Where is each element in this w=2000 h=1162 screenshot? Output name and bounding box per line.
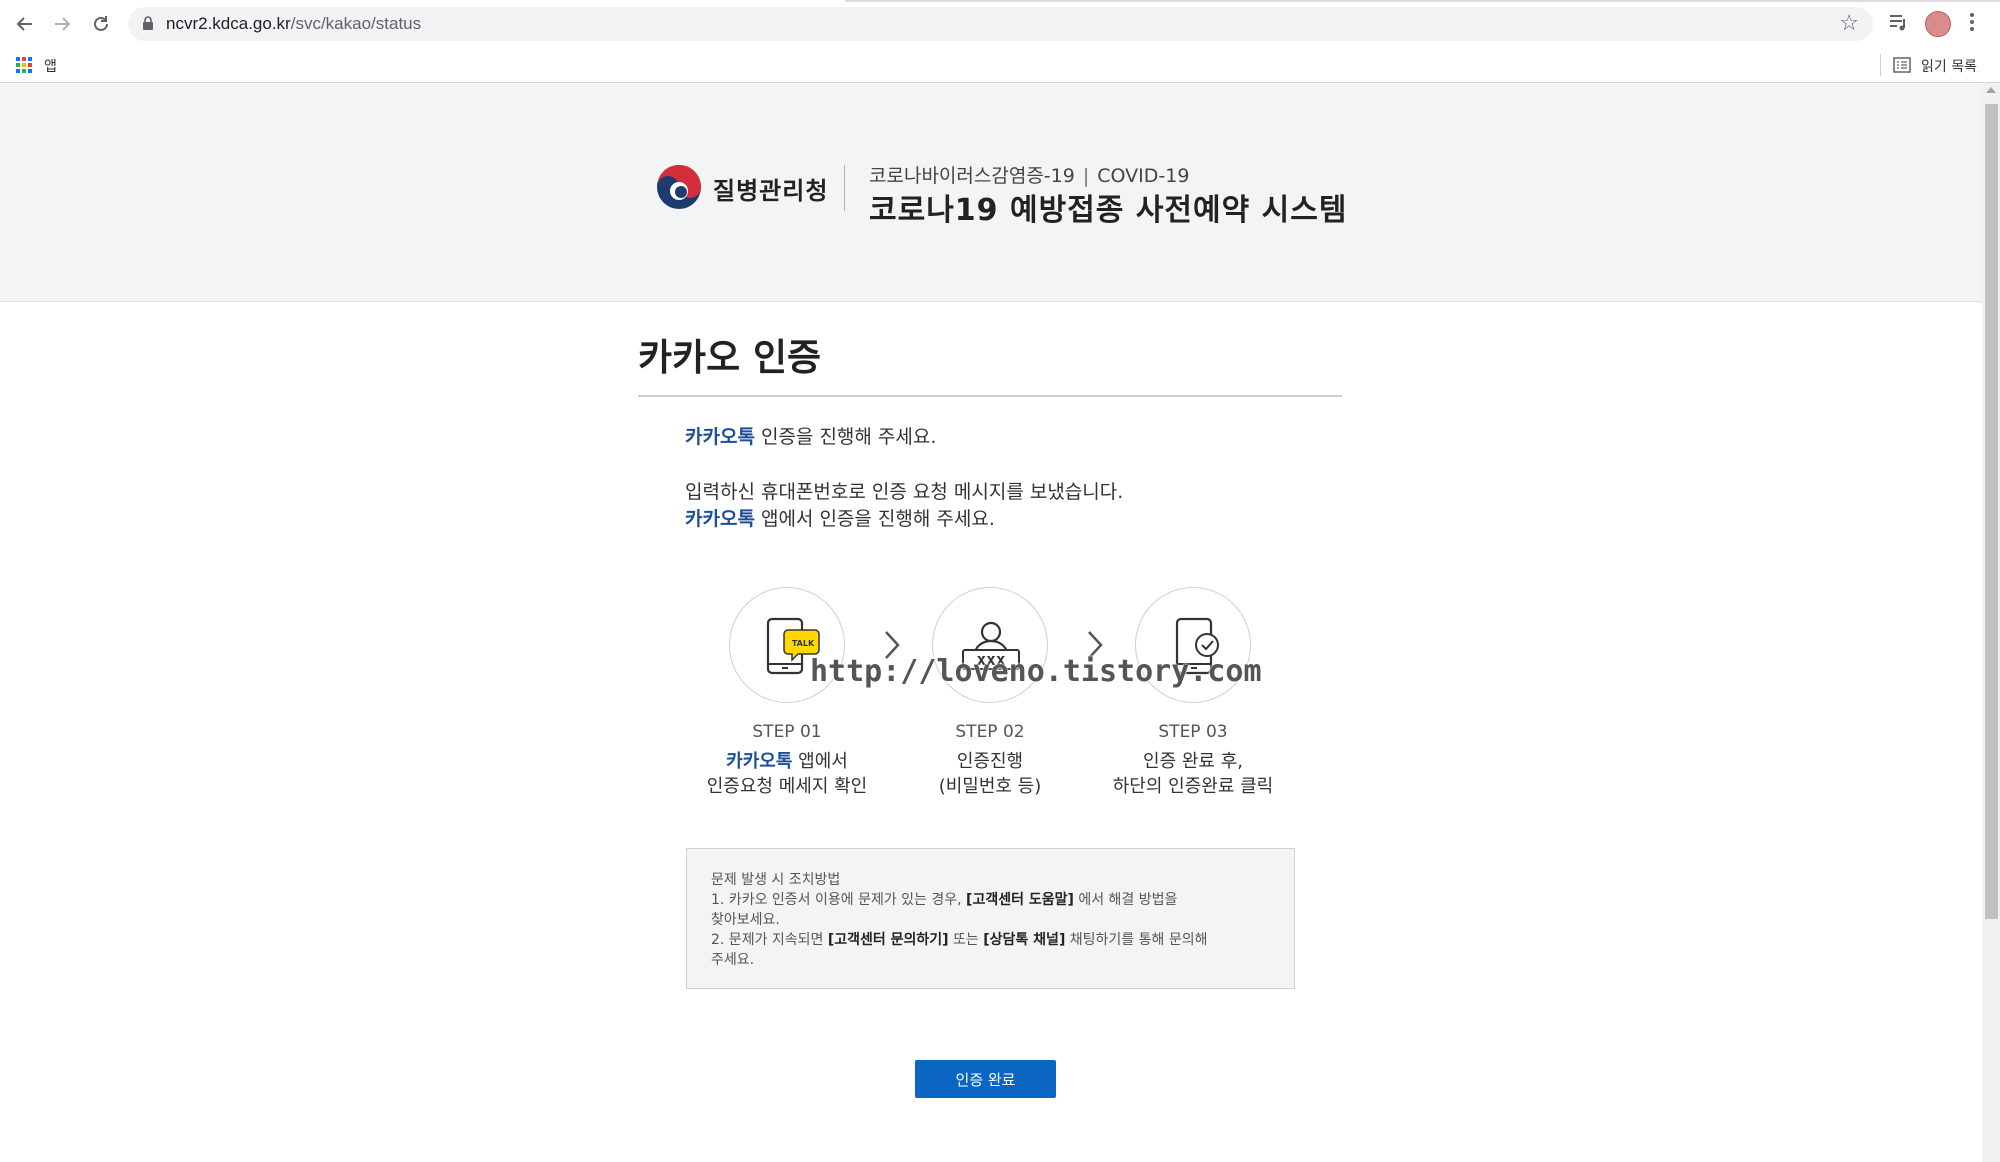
bookmarks-divider [1880,54,1881,76]
reload-icon [94,16,108,31]
intro-line-1: 카카오톡 인증을 진행해 주세요. [685,422,936,449]
step-3-description: 인증 완료 후, 하단의 인증완료 클릭 [1083,749,1303,799]
chat-channel-link[interactable]: [상담톡 채널] [983,932,1065,948]
url-host: ncvr2.kdca.go.kr [166,14,291,33]
step-3-desc-line-2: 하단의 인증완료 클릭 [1112,776,1274,797]
notice-item-2-cont: 주세요. [711,952,755,968]
web-page: 질병관리청 코로나바이러스감염증-19 | COVID-19 코로나19 예방접종 … [0,83,1982,1162]
address-bar[interactable]: ncvr2.kdca.go.kr/svc/kakao/status ☆ [128,7,1873,41]
site-header: 질병관리청 코로나바이러스감염증-19 | COVID-19 코로나19 예방접종 … [0,83,1982,302]
intro-line-3: 카카오톡 앱에서 인증을 진행해 주세요. [685,504,995,531]
back-button[interactable] [10,9,40,39]
step-3-label: STEP 03 [1158,722,1228,742]
forward-button[interactable] [47,9,77,39]
apps-grid-icon[interactable] [16,57,32,73]
help-center-inquiry-link[interactable]: [고객센터 문의하기] [828,932,949,948]
intro-line-1-text: 인증을 진행해 주세요. [754,426,937,448]
browser-toolbar: ncvr2.kdca.go.kr/svc/kakao/status ☆ [0,0,2000,48]
watermark-text: http://loveno.tistory.com [810,654,1262,689]
scroll-thumb[interactable] [1985,104,1998,919]
subtitle-korean: 코로나바이러스감염증-19 [869,165,1075,187]
system-title: 코로나19 예방접종 사전예약 시스템 [869,193,1348,228]
step-2-desc-line-2: (비밀번호 등) [938,776,1042,797]
notice-item-2: 2. 문제가 지속되면 [고객센터 문의하기] 또는 [상담톡 채널] 채팅하기… [711,929,1208,949]
troubleshooting-notice: 문제 발생 시 조치방법 1. 카카오 인증서 이용에 문제가 있는 경우, [… [686,848,1295,989]
subtitle-separator: | [1082,165,1090,187]
notice-item-1: 1. 카카오 인증서 이용에 문제가 있는 경우, [고객센터 도움말] 에서 … [711,889,1177,909]
bookmarks-bar: 앱 읽기 목록 [0,48,2000,83]
browser-menu-icon[interactable] [1968,10,1976,36]
step-2-description: 인증진행 (비밀번호 등) [880,749,1100,799]
intro-line-2: 입력하신 휴대폰번호로 인증 요청 메시지를 보냈습니다. [685,481,1124,503]
url-text: ncvr2.kdca.go.kr/svc/kakao/status [166,14,421,34]
kakao-highlight: 카카오톡 [726,751,793,772]
auth-complete-button[interactable]: 인증 완료 [915,1060,1056,1098]
talk-badge-text: TALK [792,639,815,648]
header-subtitle: 코로나바이러스감염증-19 | COVID-19 [869,161,1189,188]
step-3-desc-line-1: 인증 완료 후, [1143,751,1243,772]
reload-button[interactable] [86,9,116,39]
forward-arrow-icon [55,17,71,31]
kakao-highlight: 카카오톡 [685,426,755,448]
kakao-highlight: 카카오톡 [685,508,755,530]
page-scrollbar[interactable] [1982,83,2000,1162]
lock-icon [143,16,153,30]
reading-list-icon[interactable] [1893,57,1911,73]
step-1-desc-line-1: 카카오톡 앱에서 [677,749,897,774]
url-path: /svc/kakao/status [290,14,422,33]
subtitle-english: COVID-19 [1097,165,1190,187]
header-divider [844,165,845,211]
tab-strip-edge [845,0,1135,2]
scroll-up-arrow-icon[interactable] [1986,87,1996,93]
bookmark-star-icon[interactable]: ☆ [1839,11,1859,36]
reading-list-button[interactable]: 읽기 목록 [1921,56,1977,76]
back-arrow-icon [16,17,32,31]
step-1-description: 카카오톡 앱에서 인증요청 메세지 확인 [677,749,897,799]
help-center-link[interactable]: [고객센터 도움말] [966,892,1074,908]
notice-heading: 문제 발생 시 조치방법 [711,872,841,888]
notice-item-2-text: 2. 문제가 지속되면 [711,932,828,948]
title-divider [638,395,1342,397]
profile-avatar[interactable] [1925,11,1951,37]
step-2-label: STEP 02 [955,722,1025,742]
reading-mode-icon[interactable] [1887,11,1909,33]
step-1-label: STEP 01 [752,722,822,742]
page-title: 카카오 인증 [638,336,822,379]
notice-item-1-cont: 찾아보세요. [711,912,780,928]
notice-item-1-text: 에서 해결 방법을 [1073,892,1178,908]
notice-item-2-text: 채팅하기를 통해 문의해 [1065,932,1208,948]
step-1-desc-line-1-text: 앱에서 [792,751,848,772]
notice-item-1-text: 1. 카카오 인증서 이용에 문제가 있는 경우, [711,892,967,908]
step-1-desc-line-2: 인증요청 메세지 확인 [706,776,868,797]
tab-strip-edge [1135,0,2000,2]
agency-name: 질병관리청 [713,177,829,205]
step-2-desc-line-1: 인증진행 [956,751,1024,772]
notice-item-2-text: 또는 [948,932,984,948]
intro-line-3-text: 앱에서 인증을 진행해 주세요. [754,508,995,530]
kdca-logo-icon[interactable] [656,164,702,210]
apps-shortcut[interactable]: 앱 [44,56,57,76]
